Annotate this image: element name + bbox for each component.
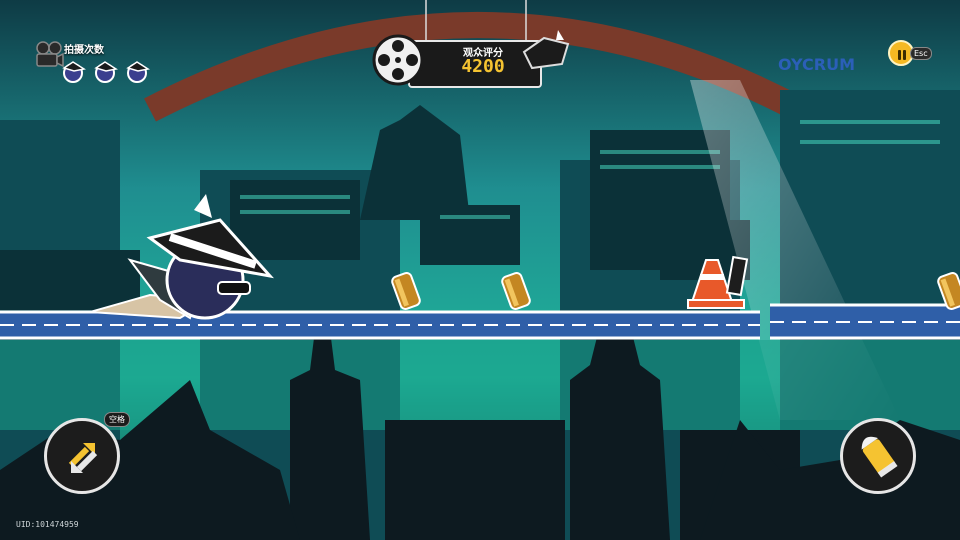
bullet-icon xyxy=(861,436,898,478)
bullet-pickup xyxy=(391,272,421,310)
shots-remaining-panel: 拍摄次数 xyxy=(34,38,164,88)
building-sign: OYCRUM xyxy=(778,55,855,74)
game-stage: OYCRUM 拍摄次数 观众评分 4200 Esc 空格 UID:1014749… xyxy=(0,0,960,540)
lower-city-glow xyxy=(0,340,960,430)
player-character xyxy=(90,194,275,320)
swap-arrows-icon xyxy=(68,443,98,473)
pause-key-hint: Esc xyxy=(910,47,932,60)
bullet-pickup xyxy=(937,272,960,310)
switch-track-button[interactable] xyxy=(44,418,120,494)
pause-button[interactable]: Esc xyxy=(888,40,936,70)
shot-life-icon xyxy=(126,61,150,83)
switch-key-hint: 空格 xyxy=(104,412,130,427)
shots-label: 拍摄次数 xyxy=(64,45,104,56)
audience-score-panel: 观众评分 4200 xyxy=(368,0,578,90)
traffic-cone-obstacle xyxy=(687,255,749,309)
user-id: UID:101474959 xyxy=(16,520,79,529)
film-reel-icon xyxy=(372,34,424,86)
shot-life-icon xyxy=(62,61,86,83)
score-value: 4200 xyxy=(461,56,505,77)
fire-button[interactable] xyxy=(840,418,916,494)
bullet-pickup xyxy=(501,272,531,310)
shot-life-icon xyxy=(94,61,118,83)
